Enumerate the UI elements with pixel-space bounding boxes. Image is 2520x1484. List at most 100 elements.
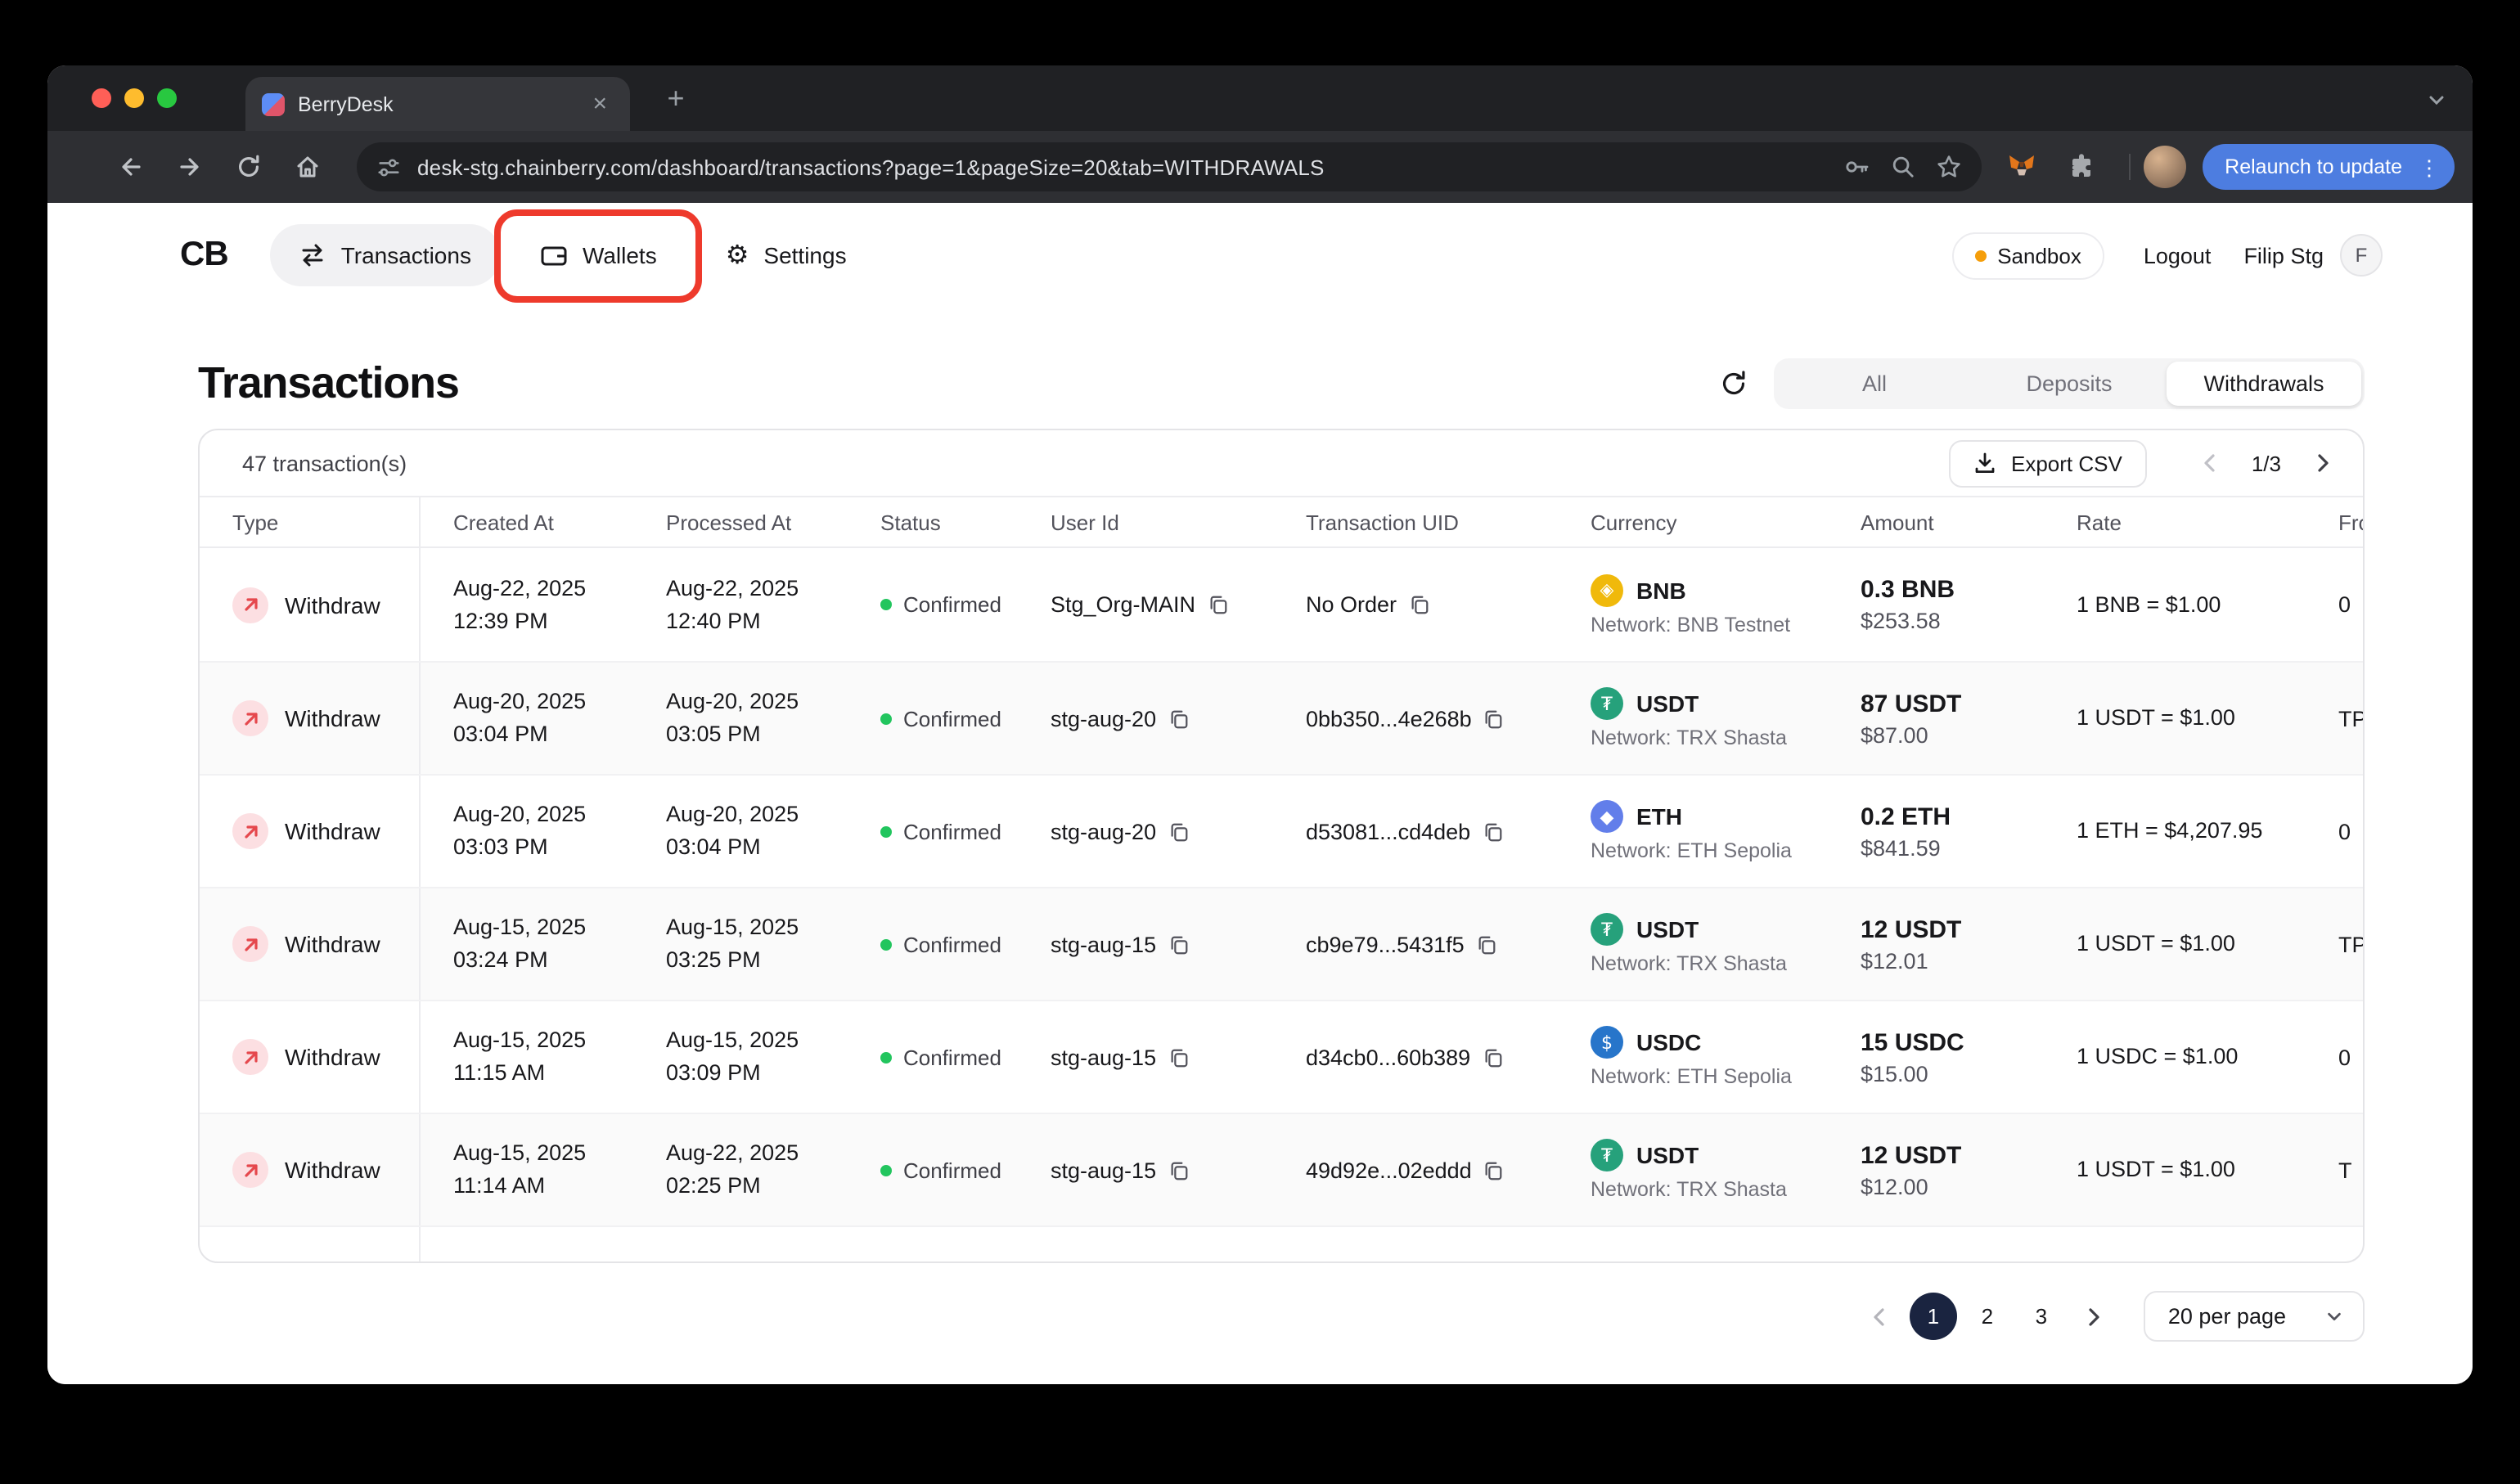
column-header-amount: Amount bbox=[1861, 510, 1934, 534]
copy-icon[interactable] bbox=[1168, 1046, 1189, 1068]
table-row[interactable]: Withdraw Aug-15, 2025 11:14 AM Aug-22, 2… bbox=[200, 1113, 2363, 1225]
table-row[interactable]: Withdraw Aug-15, 2025 Aug-20, 2025 bbox=[200, 1225, 2363, 1261]
withdraw-arrow-icon bbox=[232, 587, 268, 623]
table-row[interactable]: Withdraw Aug-15, 2025 03:24 PM Aug-15, 2… bbox=[200, 887, 2363, 1000]
currency-cell: ₮ USDT Network: TRX Shasta bbox=[1558, 687, 1828, 749]
status-dot-icon bbox=[880, 1164, 892, 1176]
nav-item-transactions[interactable]: Transactions bbox=[270, 224, 501, 286]
page-button-1[interactable]: 1 bbox=[1909, 1293, 1957, 1340]
nav-item-wallets[interactable]: Wallets bbox=[511, 224, 686, 286]
table-row[interactable]: Withdraw Aug-15, 2025 11:15 AM Aug-15, 2… bbox=[200, 1000, 2363, 1113]
copy-icon[interactable] bbox=[1207, 594, 1228, 615]
amount-cell: 12 USDT $12.01 bbox=[1861, 915, 1962, 973]
bookmark-star-icon[interactable] bbox=[1935, 154, 1961, 180]
table-header-row: Type Created At Processed At Status User Id T… bbox=[200, 496, 2363, 548]
back-button[interactable] bbox=[106, 142, 155, 191]
reload-button[interactable] bbox=[224, 142, 273, 191]
extensions-puzzle-icon[interactable] bbox=[2056, 142, 2105, 191]
main-nav: Transactions Wallets ⚙ Settings bbox=[270, 209, 876, 303]
type-cell: Withdraw bbox=[200, 1227, 421, 1261]
coin-icon: ₮ bbox=[1591, 1139, 1623, 1171]
environment-badge: Sandbox bbox=[1951, 232, 2104, 279]
browser-tab[interactable]: BerryDesk × bbox=[245, 77, 630, 131]
type-label: Withdraw bbox=[285, 1044, 380, 1070]
home-button[interactable] bbox=[283, 142, 332, 191]
transaction-uid-cell: 0bb350...4e268b bbox=[1273, 706, 1558, 731]
close-window-button[interactable] bbox=[92, 88, 111, 108]
transaction-uid-cell: 49d92e...02eddd bbox=[1273, 1158, 1558, 1182]
minimize-window-button[interactable] bbox=[124, 88, 144, 108]
user-id-cell: stg-aug-15 bbox=[1018, 932, 1273, 956]
copy-icon[interactable] bbox=[1483, 708, 1505, 729]
pager-next-icon[interactable] bbox=[2315, 453, 2330, 473]
nav-item-settings[interactable]: ⚙ Settings bbox=[696, 224, 876, 286]
bottom-pagination: 123 20 per page bbox=[47, 1263, 2473, 1342]
page-button-2[interactable]: 2 bbox=[1964, 1293, 2011, 1340]
page-title: Transactions bbox=[198, 358, 460, 407]
withdraw-arrow-icon bbox=[232, 926, 268, 962]
view-tab-deposits[interactable]: Deposits bbox=[1972, 361, 2167, 405]
amount-cell: 0.2 ETH $841.59 bbox=[1861, 803, 1951, 860]
copy-icon[interactable] bbox=[1408, 594, 1429, 615]
page-content: CB Transactions Wallets ⚙ Settings Sandb… bbox=[47, 203, 2473, 1384]
table-row[interactable]: Withdraw Aug-20, 2025 03:03 PM Aug-20, 2… bbox=[200, 774, 2363, 887]
logout-button[interactable]: Logout bbox=[2144, 243, 2212, 268]
currency-cell: ◈ BNB Network: BNB Testnet bbox=[1558, 573, 1828, 636]
metamask-extension-icon[interactable] bbox=[1997, 142, 2046, 191]
coin-icon: $ bbox=[1591, 1026, 1623, 1059]
status-cell: Confirmed bbox=[848, 1045, 1018, 1069]
view-tab-all[interactable]: All bbox=[1777, 361, 1972, 405]
copy-icon[interactable] bbox=[1168, 1159, 1189, 1180]
type-cell: Withdraw bbox=[200, 548, 421, 661]
wallet-icon bbox=[540, 242, 568, 268]
type-cell: Withdraw bbox=[200, 1001, 421, 1113]
processed-at-cell: Aug-22, 2025 02:25 PM bbox=[666, 1140, 799, 1198]
page-size-select[interactable]: 20 per page bbox=[2143, 1291, 2365, 1342]
amount-cell: 12 USDT $12.00 bbox=[1861, 1141, 1962, 1198]
copy-icon[interactable] bbox=[1168, 708, 1189, 729]
fullscreen-window-button[interactable] bbox=[157, 88, 177, 108]
copy-icon[interactable] bbox=[1482, 1046, 1503, 1068]
forward-button[interactable] bbox=[165, 142, 214, 191]
url-text[interactable]: desk-stg.chainberry.com/dashboard/transa… bbox=[417, 155, 1824, 179]
transaction-uid-cell: d34cb0...60b389 bbox=[1273, 1045, 1558, 1069]
copy-icon[interactable] bbox=[1168, 821, 1189, 842]
export-csv-button[interactable]: Export CSV bbox=[1949, 439, 2147, 487]
from-cell: 0 bbox=[2338, 592, 2351, 617]
view-tab-withdrawals[interactable]: Withdrawals bbox=[2167, 361, 2361, 405]
type-cell: Withdraw bbox=[200, 663, 421, 774]
transaction-uid-value: 0bb350...4e268b bbox=[1306, 706, 1472, 731]
processed-at-cell: Aug-15, 2025 03:25 PM bbox=[666, 915, 799, 972]
tab-close-icon[interactable]: × bbox=[586, 88, 614, 119]
copy-icon[interactable] bbox=[1168, 933, 1189, 955]
table-row[interactable]: Withdraw Aug-22, 2025 12:39 PM Aug-22, 2… bbox=[200, 548, 2363, 661]
page-button-3[interactable]: 3 bbox=[2018, 1293, 2065, 1340]
user-name[interactable]: Filip Stg bbox=[2243, 243, 2324, 268]
transactions-swap-icon bbox=[300, 242, 326, 268]
pager-prev-icon[interactable] bbox=[2203, 453, 2217, 473]
status-cell: Confirmed bbox=[848, 1158, 1018, 1182]
tab-overflow-chevron-icon[interactable] bbox=[2427, 88, 2446, 118]
browser-menu-icon[interactable]: ⋮ bbox=[2419, 156, 2440, 178]
transaction-count: 47 transaction(s) bbox=[242, 451, 407, 475]
zoom-icon[interactable] bbox=[1889, 154, 1915, 180]
relaunch-to-update-button[interactable]: Relaunch to update ⋮ bbox=[2202, 144, 2455, 190]
profile-avatar[interactable] bbox=[2143, 146, 2186, 188]
refresh-button[interactable] bbox=[1720, 369, 1748, 397]
nav-label: Wallets bbox=[582, 242, 657, 268]
new-tab-button[interactable]: + bbox=[656, 80, 695, 119]
user-id-cell: Stg_Org-MAIN bbox=[1018, 592, 1273, 617]
table-row[interactable]: Withdraw Aug-20, 2025 03:04 PM Aug-20, 2… bbox=[200, 661, 2363, 774]
password-key-icon[interactable] bbox=[1843, 154, 1870, 180]
table-pager: 1/3 bbox=[2203, 451, 2330, 475]
created-at-cell: Aug-15, 2025 11:15 AM bbox=[453, 1028, 587, 1085]
copy-icon[interactable] bbox=[1476, 933, 1497, 955]
page-next-icon[interactable] bbox=[2073, 1293, 2116, 1340]
page-prev-icon[interactable] bbox=[1859, 1293, 1901, 1340]
address-bar[interactable]: desk-stg.chainberry.com/dashboard/transa… bbox=[357, 142, 1982, 191]
copy-icon[interactable] bbox=[1483, 1159, 1505, 1180]
type-label: Withdraw bbox=[285, 931, 380, 957]
copy-icon[interactable] bbox=[1482, 821, 1503, 842]
site-settings-icon[interactable] bbox=[376, 155, 401, 179]
user-avatar[interactable]: F bbox=[2340, 234, 2383, 277]
